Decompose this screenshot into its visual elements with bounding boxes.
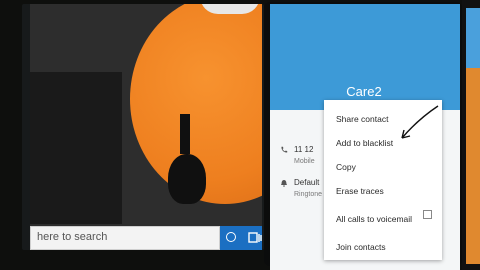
phone-number[interactable]: 11 12 <box>294 145 313 154</box>
phone-number-label: Mobile <box>294 158 315 165</box>
annotation-arrow <box>401 105 439 139</box>
taskbar-search-box[interactable]: here to search <box>30 226 220 250</box>
ringtone-icon <box>281 180 287 187</box>
taskbar-search-placeholder: here to search <box>37 231 108 243</box>
contact-name: Care2 <box>346 84 382 99</box>
wallpaper-logo-stem <box>180 114 190 154</box>
taskbar: here to search <box>30 226 262 250</box>
ringtone-label: Ringtone <box>294 191 323 198</box>
task-view-icon[interactable] <box>248 232 262 244</box>
ringtone-value[interactable]: Default <box>294 178 319 187</box>
voicemail-checkbox[interactable] <box>423 210 432 219</box>
right-device-screen-header <box>466 8 480 68</box>
menu-item-join-contacts[interactable]: Join contacts <box>336 242 386 252</box>
phone-icon <box>281 146 288 153</box>
cortana-icon[interactable] <box>226 232 236 242</box>
dark-app-window <box>30 72 122 224</box>
menu-item-copy[interactable]: Copy <box>336 162 356 172</box>
menu-item-add-to-blacklist[interactable]: Add to blacklist <box>336 138 393 148</box>
desktop-monitor: here to search <box>22 4 264 250</box>
menu-item-share-contact[interactable]: Share contact <box>336 114 388 124</box>
contact-header: Care2 <box>270 4 460 110</box>
menu-item-erase-traces[interactable]: Erase traces <box>336 186 384 196</box>
wallpaper-logo-shadow <box>168 154 206 204</box>
menu-item-all-calls-to-voicemail[interactable]: All calls to voicemail <box>336 214 412 224</box>
desktop-screen <box>30 4 262 226</box>
